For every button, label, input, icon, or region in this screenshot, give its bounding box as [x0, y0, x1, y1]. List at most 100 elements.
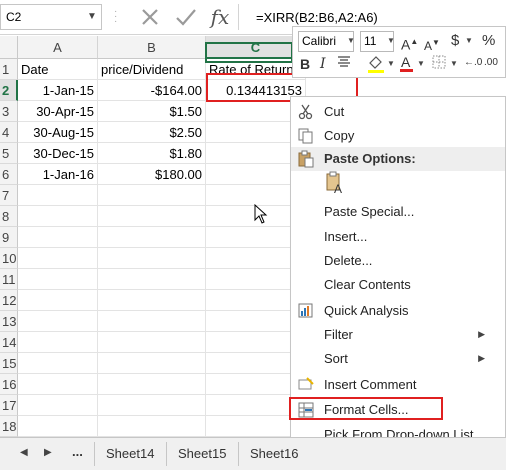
select-all-corner[interactable]	[0, 36, 18, 59]
sheet-tab-sheet16[interactable]: Sheet16	[250, 446, 298, 461]
menu-item-paste-special[interactable]: Paste Special...	[291, 200, 505, 224]
font-color-icon[interactable]: A	[400, 53, 413, 72]
cell-b6[interactable]: $180.00	[98, 164, 206, 185]
font-color-dropdown-icon[interactable]: ▼	[417, 59, 425, 68]
row-header-1[interactable]: 1	[0, 59, 18, 80]
row-header-3[interactable]: 3	[0, 101, 18, 122]
cell-b2[interactable]: -$164.00	[98, 80, 206, 101]
menu-item-quick-analysis[interactable]: Quick Analysis	[291, 299, 505, 323]
row-header-8[interactable]: 8	[0, 206, 18, 227]
cancel-icon[interactable]	[136, 3, 164, 31]
row-header-5[interactable]: 5	[0, 143, 18, 164]
menu-item-delete[interactable]: Delete...	[291, 249, 505, 273]
menu-item-insert[interactable]: Insert...	[291, 225, 505, 249]
cell-a13[interactable]	[18, 311, 98, 332]
cell-b8[interactable]	[98, 206, 206, 227]
cell-a16[interactable]	[18, 374, 98, 395]
borders-dropdown-icon[interactable]: ▼	[450, 59, 458, 68]
row-header-17[interactable]: 17	[0, 395, 18, 416]
cell-a8[interactable]	[18, 206, 98, 227]
insert-function-icon[interactable]: fx	[206, 3, 234, 31]
sheet-tab-sheet14[interactable]: Sheet14	[106, 446, 154, 461]
cell-b14[interactable]	[98, 332, 206, 353]
menu-item-label: Clear Contents	[324, 277, 411, 292]
sheet-tab-sheet15[interactable]: Sheet15	[178, 446, 226, 461]
cell-a3[interactable]: 30-Apr-15	[18, 101, 98, 122]
row-header-9[interactable]: 9	[0, 227, 18, 248]
row-header-7[interactable]: 7	[0, 185, 18, 206]
cell-a18[interactable]	[18, 416, 98, 437]
column-header-a[interactable]: A	[18, 36, 98, 59]
cell-a10[interactable]	[18, 248, 98, 269]
borders-icon[interactable]	[431, 54, 447, 74]
row-header-12[interactable]: 12	[0, 290, 18, 311]
cell-a7[interactable]	[18, 185, 98, 206]
menu-item-cut[interactable]: Cut	[291, 100, 505, 124]
decrease-font-icon[interactable]: A▼	[424, 34, 440, 55]
increase-decimal-icon[interactable]: ←.0	[464, 54, 482, 72]
cell-a12[interactable]	[18, 290, 98, 311]
currency-format-button[interactable]: $	[451, 32, 459, 50]
menu-item-filter[interactable]: Filter ▶	[291, 323, 505, 347]
cell-a4[interactable]: 30-Aug-15	[18, 122, 98, 143]
row-header-18[interactable]: 18	[0, 416, 18, 437]
cell-b13[interactable]	[98, 311, 206, 332]
fill-color-icon[interactable]	[366, 54, 386, 78]
menu-item-label: Delete...	[324, 253, 373, 268]
row-header-15[interactable]: 15	[0, 353, 18, 374]
row-header-6[interactable]: 6	[0, 164, 18, 185]
menu-item-copy[interactable]: Copy	[291, 124, 505, 148]
cell-b1[interactable]: price/Dividend	[98, 59, 206, 80]
cell-a9[interactable]	[18, 227, 98, 248]
cell-b16[interactable]	[98, 374, 206, 395]
cell-a5[interactable]: 30-Dec-15	[18, 143, 98, 164]
cell-b15[interactable]	[98, 353, 206, 374]
column-header-b[interactable]: B	[98, 36, 206, 59]
enter-check-icon[interactable]	[172, 3, 200, 31]
scroll-tabs-left-icon[interactable]: ◀	[20, 447, 28, 458]
fill-color-dropdown-icon[interactable]: ▼	[387, 59, 395, 68]
cell-b12[interactable]	[98, 290, 206, 311]
decrease-decimal-icon[interactable]: .00	[484, 54, 498, 72]
row-header-4[interactable]: 4	[0, 122, 18, 143]
row-header-13[interactable]: 13	[0, 311, 18, 332]
name-box[interactable]: C2 ▼	[0, 4, 102, 30]
currency-dropdown-icon[interactable]: ▼	[465, 36, 473, 45]
menu-item-clear-contents[interactable]: Clear Contents	[291, 273, 505, 297]
row-header-14[interactable]: 14	[0, 332, 18, 353]
row-header-16[interactable]: 16	[0, 374, 18, 395]
row-header-11[interactable]: 11	[0, 269, 18, 290]
size-dropdown-icon[interactable]: ▼	[387, 36, 395, 45]
cell-b11[interactable]	[98, 269, 206, 290]
font-dropdown-icon[interactable]: ▼	[347, 36, 355, 45]
menu-item-sort[interactable]: Sort ▶	[291, 347, 505, 371]
cell-b17[interactable]	[98, 395, 206, 416]
cell-b18[interactable]	[98, 416, 206, 437]
row-header-10[interactable]: 10	[0, 248, 18, 269]
bold-button[interactable]: B	[300, 55, 310, 73]
cell-a11[interactable]	[18, 269, 98, 290]
row-header-2[interactable]: 2	[0, 80, 18, 101]
menu-item-insert-comment[interactable]: Insert Comment	[291, 373, 505, 397]
cell-b10[interactable]	[98, 248, 206, 269]
cell-b4[interactable]: $2.50	[98, 122, 206, 143]
font-name-box[interactable]: Calibri	[298, 31, 354, 52]
cell-a14[interactable]	[18, 332, 98, 353]
cell-b7[interactable]	[98, 185, 206, 206]
cell-a15[interactable]	[18, 353, 98, 374]
cell-a2[interactable]: 1-Jan-15	[18, 80, 98, 101]
name-box-dropdown-icon[interactable]: ▼	[87, 11, 97, 22]
percent-style-button[interactable]: %	[482, 32, 495, 50]
scroll-tabs-right-icon[interactable]: ▶	[44, 447, 52, 458]
cell-b9[interactable]	[98, 227, 206, 248]
increase-font-icon[interactable]: A▲	[401, 33, 418, 54]
cell-a6[interactable]: 1-Jan-16	[18, 164, 98, 185]
cell-b3[interactable]: $1.50	[98, 101, 206, 122]
cell-b5[interactable]: $1.80	[98, 143, 206, 164]
menu-item-paste-option-keep[interactable]: A	[291, 171, 505, 196]
align-center-icon[interactable]	[336, 54, 352, 74]
cell-a17[interactable]	[18, 395, 98, 416]
more-sheets-ellipsis[interactable]: ...	[72, 444, 83, 459]
cell-a1[interactable]: Date	[18, 59, 98, 80]
italic-button[interactable]: I	[320, 55, 326, 73]
